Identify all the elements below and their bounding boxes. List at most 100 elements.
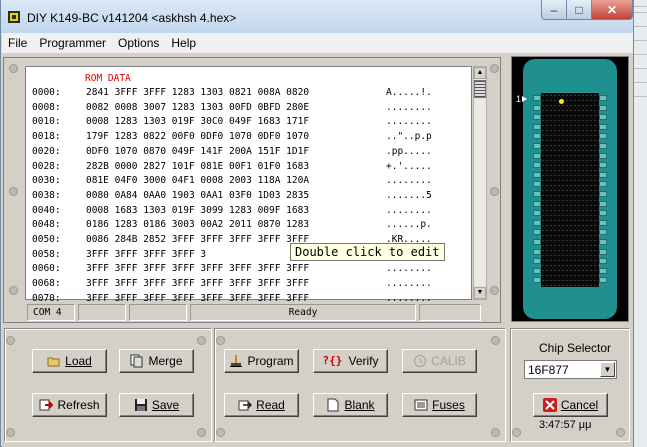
program-button[interactable]: Program <box>224 349 299 373</box>
chip-pin <box>533 152 541 159</box>
hex-panel: ROM DATA 0000: 2841 3FFF 3FFF 1283 1303 0… <box>3 57 501 323</box>
chip-pin <box>599 123 607 130</box>
hex-bytes: 3FFF 3FFF 3FFF 3FFF 3 <box>86 248 207 260</box>
chip-pin <box>599 152 607 159</box>
scroll-thumb[interactable] <box>474 80 486 98</box>
app-window: DIY K149-BC v141204 <askhsh 4.hex> – □ ✕… <box>0 0 634 447</box>
chip-pin <box>599 219 607 226</box>
chip-select-value: 16F877 <box>528 363 569 377</box>
right-nav-icon[interactable] <box>616 428 625 437</box>
chip-view: 1 <box>511 56 629 322</box>
pin1-label: 1 <box>516 94 522 104</box>
verify-button[interactable]: ?{} Verify <box>313 349 388 373</box>
fuses-button[interactable]: Fuses <box>402 393 477 417</box>
left-nav-icon[interactable] <box>9 286 18 295</box>
chip-pin <box>533 171 541 178</box>
chip-die <box>541 93 599 287</box>
hex-addr: 0010: <box>32 116 61 128</box>
hex-addr: 0028: <box>32 160 61 172</box>
right-nav-icon[interactable] <box>490 187 499 196</box>
refresh-button[interactable]: Refresh <box>32 393 107 417</box>
verify-icon: ?{} <box>322 354 343 367</box>
chip-pin <box>599 191 607 197</box>
maximize-button[interactable]: □ <box>566 0 592 20</box>
clock-text: 3:47:57 μμ <box>539 419 592 431</box>
chip-selector-label: Chip Selector <box>539 341 612 355</box>
cancel-label: Cancel <box>560 398 599 412</box>
hex-ascii: ........ <box>386 278 432 290</box>
right-nav-icon[interactable] <box>197 428 206 437</box>
left-nav-icon[interactable] <box>216 336 225 345</box>
program-label: Program <box>247 354 294 368</box>
hex-bytes: 0008 1683 1303 019F 3099 1283 009F 1683 <box>86 204 310 216</box>
hex-bytes: 2841 3FFF 3FFF 1283 1303 0821 008A 0820 <box>86 87 310 98</box>
save-button[interactable]: Save <box>119 393 194 417</box>
chip-select[interactable]: 16F877 ▼ <box>524 360 617 379</box>
background-desktop <box>632 0 647 447</box>
chip-pin <box>533 133 541 140</box>
chip-pin <box>533 210 541 217</box>
hex-editor[interactable]: ROM DATA 0000: 2841 3FFF 3FFF 1283 1303 0… <box>25 66 472 304</box>
status-message: Ready <box>190 304 416 321</box>
load-button[interactable]: Load <box>32 349 107 373</box>
chip-pin <box>533 104 541 111</box>
programmer-buttons-group <box>214 328 506 442</box>
refresh-label: Refresh <box>57 398 100 412</box>
status-progress <box>419 304 481 321</box>
title-bar[interactable]: DIY K149-BC v141204 <askhsh 4.hex> – □ ✕ <box>1 0 633 33</box>
right-nav-icon[interactable] <box>490 286 499 295</box>
chip-pin <box>533 239 541 245</box>
floppy-icon <box>134 398 148 412</box>
chip-pin <box>533 258 541 265</box>
hex-scrollbar[interactable]: ▲ ▼ <box>473 66 487 300</box>
chip-pin <box>599 210 607 217</box>
hex-ascii: A.....!. <box>386 87 432 98</box>
chevron-down-icon[interactable]: ▼ <box>600 362 615 377</box>
cancel-button[interactable]: Cancel <box>533 393 608 417</box>
hex-addr: 0040: <box>32 204 61 216</box>
chip-pin <box>533 229 541 236</box>
hex-addr: 0020: <box>32 145 61 157</box>
chip-pin <box>533 181 541 188</box>
verify-label: Verify <box>348 354 379 368</box>
hex-ascii: ........ <box>386 263 432 275</box>
read-button[interactable]: Read <box>224 393 299 417</box>
left-nav-icon[interactable] <box>216 428 225 437</box>
chip-pin <box>599 229 607 236</box>
right-nav-icon[interactable] <box>490 64 499 73</box>
chip-pin <box>599 104 607 111</box>
menu-programmer[interactable]: Programmer <box>33 36 112 50</box>
calib-button[interactable]: CALIB <box>402 349 477 373</box>
scroll-down-icon[interactable]: ▼ <box>474 287 486 299</box>
left-nav-icon[interactable] <box>6 336 15 345</box>
status-port: COM 4 <box>27 304 75 321</box>
scroll-up-icon[interactable]: ▲ <box>474 67 486 79</box>
merge-icon <box>130 354 144 368</box>
left-nav-icon[interactable] <box>6 428 15 437</box>
minimize-button[interactable]: – <box>541 0 567 20</box>
hex-addr: 0038: <box>32 189 61 201</box>
left-nav-icon[interactable] <box>9 64 18 73</box>
chip-socket <box>523 59 617 319</box>
left-nav-icon[interactable] <box>9 187 18 196</box>
refresh-icon <box>39 398 54 412</box>
program-icon <box>229 354 243 368</box>
menu-bar: File Programmer Options Help <box>2 33 633 53</box>
chip-pin <box>599 248 607 255</box>
menu-help[interactable]: Help <box>165 36 202 50</box>
hex-ascii: ........ <box>386 175 432 187</box>
blank-button[interactable]: Blank <box>313 393 388 417</box>
menu-options[interactable]: Options <box>112 36 165 50</box>
merge-button[interactable]: Merge <box>119 349 194 373</box>
menu-file[interactable]: File <box>2 36 33 50</box>
hex-ascii: +.'..... <box>386 160 432 172</box>
right-nav-icon[interactable] <box>197 336 206 345</box>
hex-ascii: ........ <box>386 204 432 216</box>
read-label: Read <box>256 398 285 412</box>
close-button[interactable]: ✕ <box>591 0 633 20</box>
hex-addr: 0058: <box>32 248 61 260</box>
right-nav-icon[interactable] <box>491 428 500 437</box>
hex-addr: 0070: <box>32 292 61 304</box>
left-nav-icon[interactable] <box>512 428 521 437</box>
right-nav-icon[interactable] <box>491 336 500 345</box>
